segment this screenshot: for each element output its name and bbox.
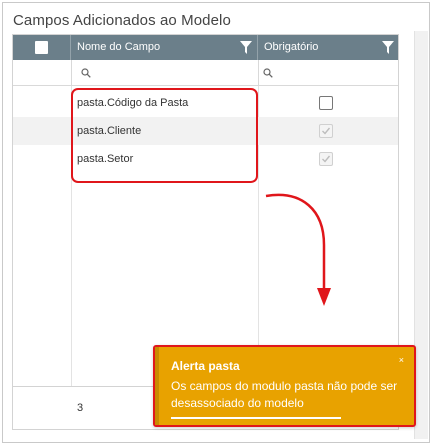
required-checkbox [319, 152, 333, 166]
search-icon[interactable] [81, 68, 91, 78]
filter-row [13, 60, 398, 86]
column-header-field-name[interactable]: Nome do Campo [71, 35, 258, 60]
select-all-checkbox[interactable] [35, 41, 48, 54]
alert-toast[interactable]: Alerta pasta × Os campos do modulo pasta… [153, 345, 416, 427]
toast-title: Alerta pasta [171, 359, 240, 373]
filter-icon[interactable] [382, 41, 394, 54]
select-all-cell [13, 35, 71, 60]
column-header-field-name-label: Nome do Campo [77, 41, 161, 53]
required-checkbox[interactable] [319, 96, 333, 110]
toast-progress-bar [171, 417, 341, 419]
arrow-icon [265, 193, 331, 306]
close-icon[interactable]: × [399, 355, 404, 365]
toast-accent-bar [155, 347, 159, 425]
column-header-required-label: Obrigatório [264, 41, 319, 53]
search-icon[interactable] [263, 68, 273, 78]
panel-scrollbar[interactable] [414, 31, 428, 439]
row-count: 3 [77, 402, 84, 414]
toast-message: Os campos do modulo pasta não pode ser d… [171, 379, 398, 410]
required-checkbox [319, 124, 333, 138]
grid-header: Nome do Campo Obrigatório [13, 35, 398, 60]
checkmark-icon [322, 155, 331, 163]
panel-title: Campos Adicionados ao Modelo [13, 12, 231, 29]
filter-icon[interactable] [240, 41, 252, 54]
column-header-required[interactable]: Obrigatório [258, 35, 398, 60]
checkmark-icon [322, 127, 331, 135]
highlight-box [71, 88, 258, 183]
